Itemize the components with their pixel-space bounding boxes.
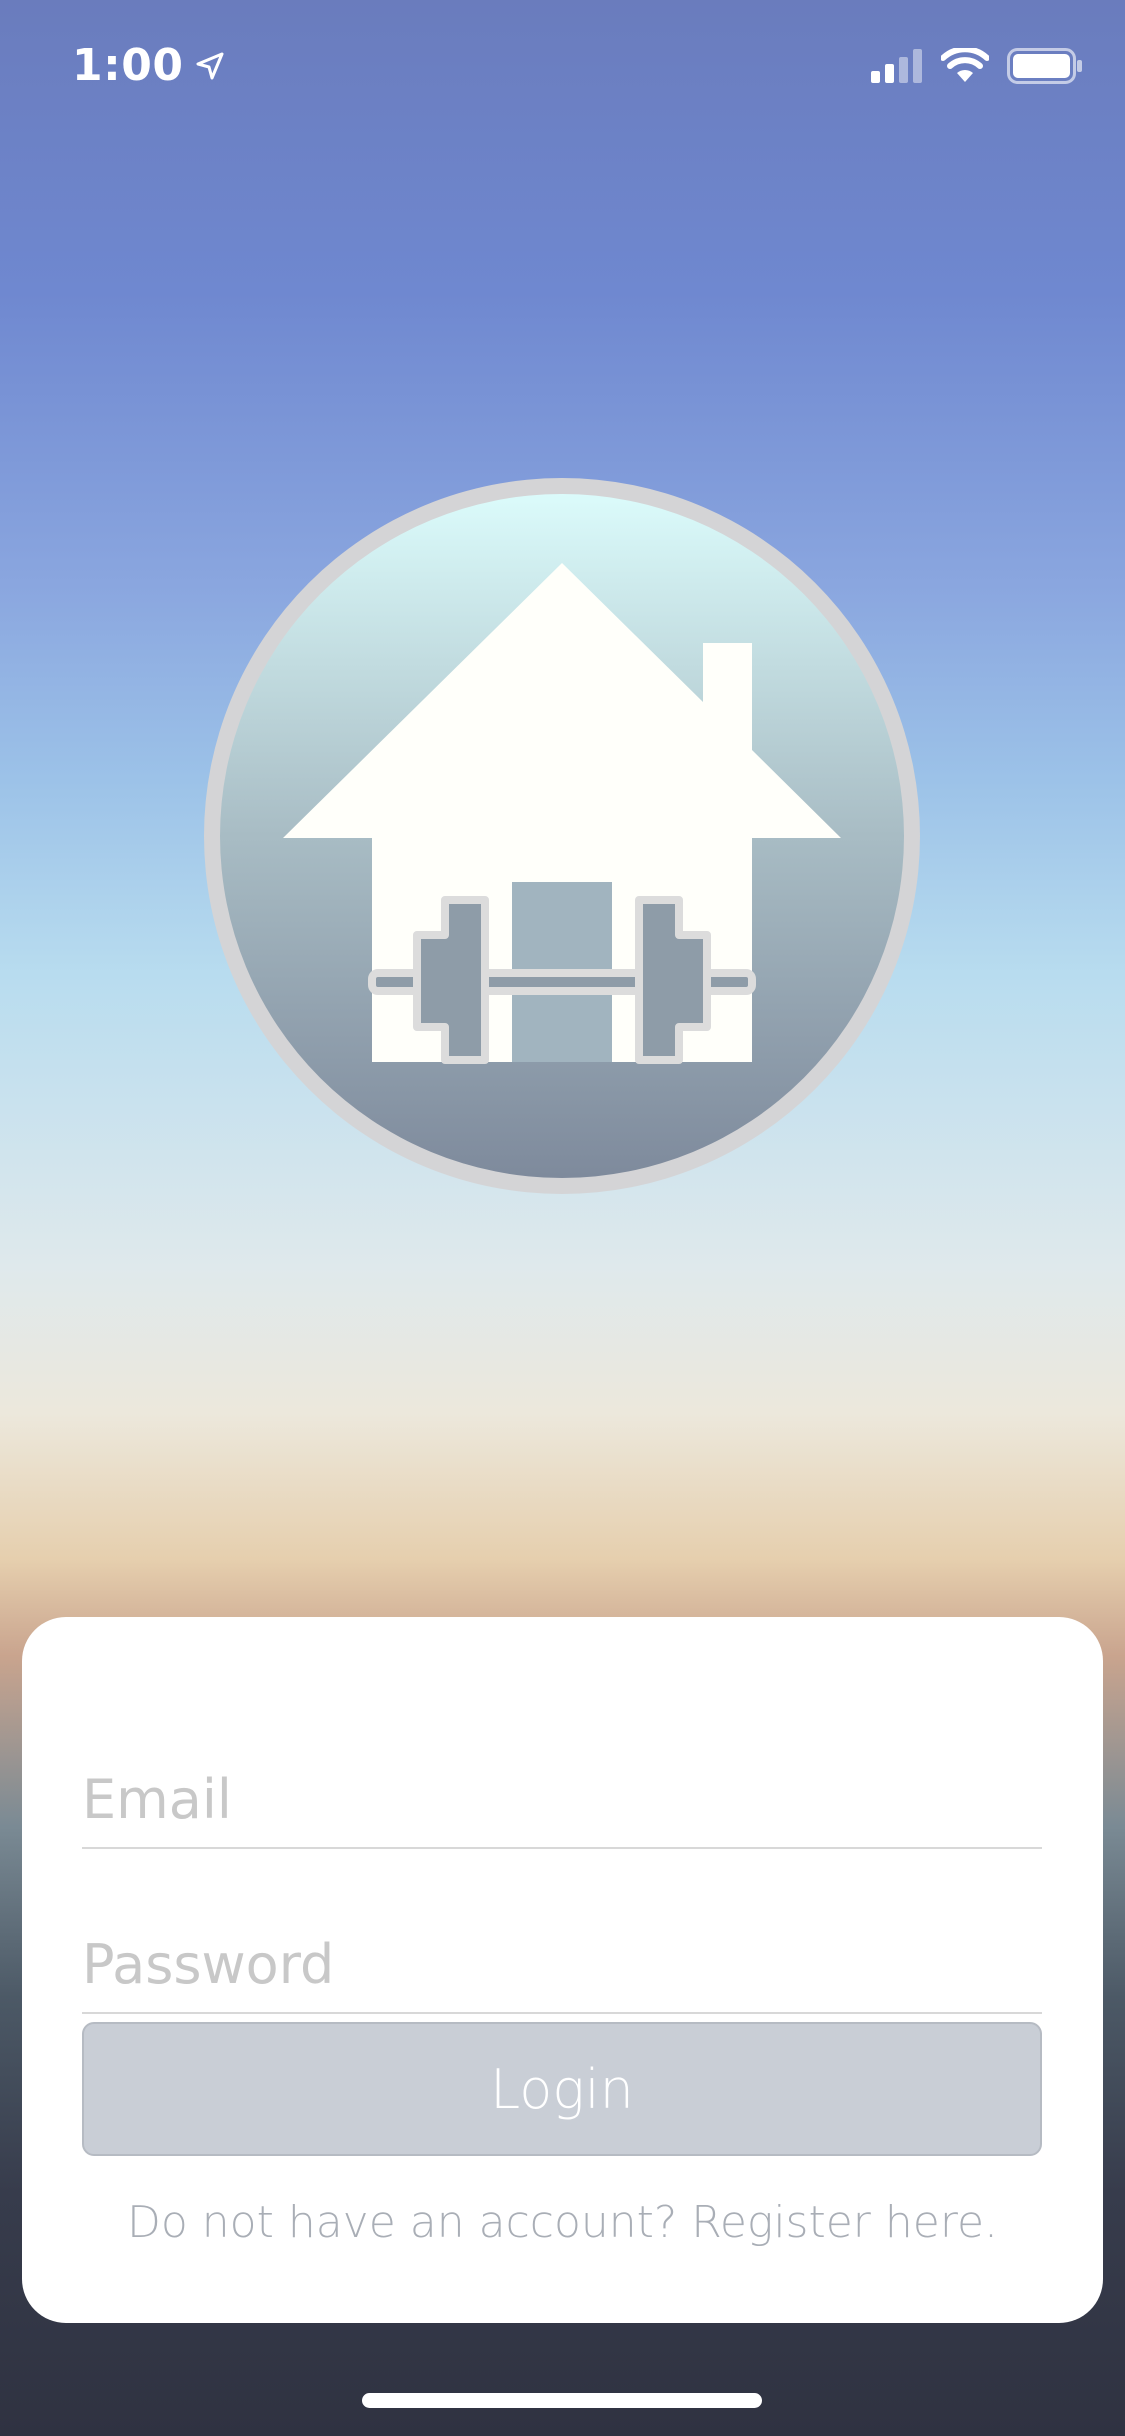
register-link[interactable]: Do not have an account? Register here. xyxy=(22,2197,1103,2248)
login-button[interactable]: Login xyxy=(82,2022,1042,2156)
wifi-icon xyxy=(941,48,989,84)
login-card: Login Do not have an account? Register h… xyxy=(22,1617,1103,2323)
email-input[interactable] xyxy=(82,1768,1042,1831)
cellular-signal-icon xyxy=(871,49,923,83)
password-input[interactable] xyxy=(82,1933,1042,1996)
battery-icon xyxy=(1007,48,1083,84)
password-field-container xyxy=(82,1892,1042,2014)
location-arrow-icon xyxy=(195,51,225,81)
home-indicator[interactable] xyxy=(362,2393,762,2408)
house-dumbbell-logo-icon xyxy=(196,470,928,1202)
status-time: 1:00 xyxy=(72,40,184,91)
time-group: 1:00 xyxy=(72,40,225,91)
status-icons xyxy=(871,48,1083,84)
email-field-container xyxy=(82,1727,1042,1849)
status-bar: 1:00 xyxy=(0,0,1125,132)
